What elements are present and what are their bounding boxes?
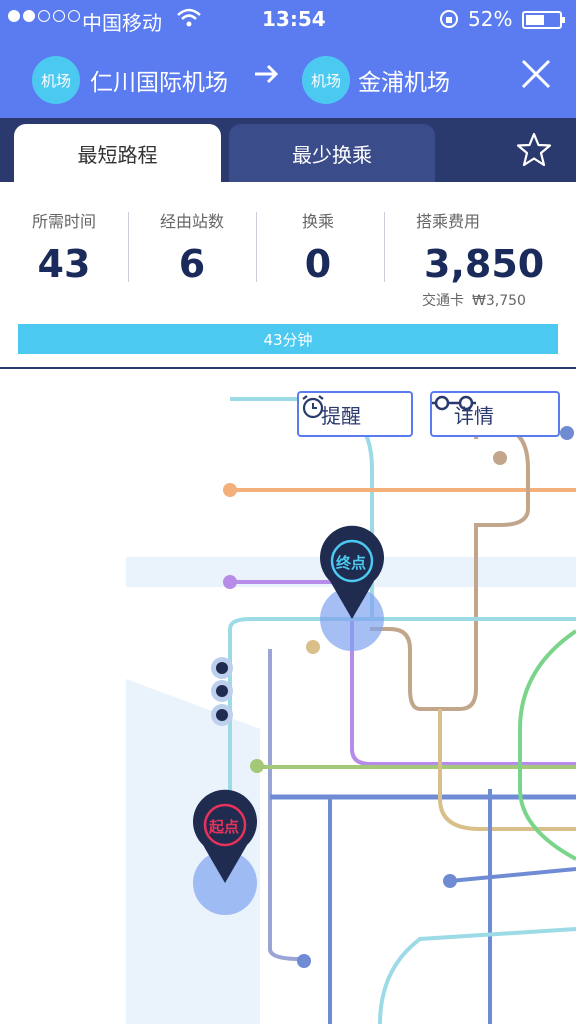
- to-station-name[interactable]: 金浦机场: [358, 63, 450, 97]
- fare-value: 3,850: [424, 242, 545, 286]
- transfer-label: 换乘: [301, 212, 334, 231]
- subway-map[interactable]: 终点 起点 提醒 详情: [0, 369, 576, 1024]
- detail-button[interactable]: 详情: [430, 391, 560, 437]
- star-icon[interactable]: [514, 130, 554, 170]
- arrow-right-icon: [252, 60, 280, 95]
- route-tabs: 最短路程 最少换乘: [0, 118, 576, 182]
- rotation-lock-icon: [438, 8, 460, 35]
- route-header: 机场 仁川国际机场 机场 金浦机场: [0, 40, 576, 118]
- stat-fare: 搭乘费用 3,850: [410, 208, 550, 286]
- carrier-name: 中国移动: [82, 11, 162, 35]
- subway-map-graphic[interactable]: [0, 369, 576, 1024]
- battery-icon: [522, 11, 565, 29]
- transfer-value: 0: [304, 242, 332, 286]
- alarm-button[interactable]: 提醒: [297, 391, 413, 437]
- stat-time: 所需时间 43: [28, 208, 100, 286]
- alarm-label: 提醒: [321, 403, 361, 428]
- route-summary: 所需时间 43 经由站数 6 换乘 0 搭乘费用 3,850 交通卡 ₩3,750…: [0, 182, 576, 362]
- stops-value: 6: [178, 242, 206, 286]
- card-fare-label: 交通卡: [422, 293, 464, 309]
- close-icon[interactable]: [518, 56, 554, 92]
- to-airport-badge: 机场: [302, 56, 350, 104]
- signal-strength-icon: [8, 10, 80, 22]
- divider: [128, 212, 129, 282]
- card-fare-value: ₩3,750: [472, 293, 526, 309]
- stat-stops: 经由站数 6: [150, 208, 234, 286]
- stat-transfers: 换乘 0: [286, 208, 350, 286]
- clock-time: 13:54: [262, 7, 326, 31]
- tab-shortest-route[interactable]: 最短路程: [14, 124, 221, 182]
- from-station-name[interactable]: 仁川国际机场: [90, 63, 228, 97]
- time-label: 所需时间: [31, 212, 96, 231]
- time-value: 43: [37, 242, 91, 286]
- from-airport-badge: 机场: [32, 56, 80, 104]
- fare-label: 搭乘费用: [416, 212, 481, 231]
- divider: [384, 212, 385, 282]
- status-bar: 中国移动 13:54 52%: [0, 0, 576, 40]
- card-fare: 交通卡 ₩3,750: [422, 290, 526, 310]
- end-pin-label: 终点: [336, 554, 367, 572]
- battery-percentage: 52%: [468, 7, 513, 31]
- travel-time-bar: 43分钟: [18, 324, 558, 354]
- start-pin-label: 起点: [209, 818, 240, 836]
- divider: [256, 212, 257, 282]
- stops-label: 经由站数: [159, 212, 224, 231]
- tab-fewest-transfers[interactable]: 最少换乘: [229, 124, 435, 182]
- wifi-icon: [176, 7, 202, 34]
